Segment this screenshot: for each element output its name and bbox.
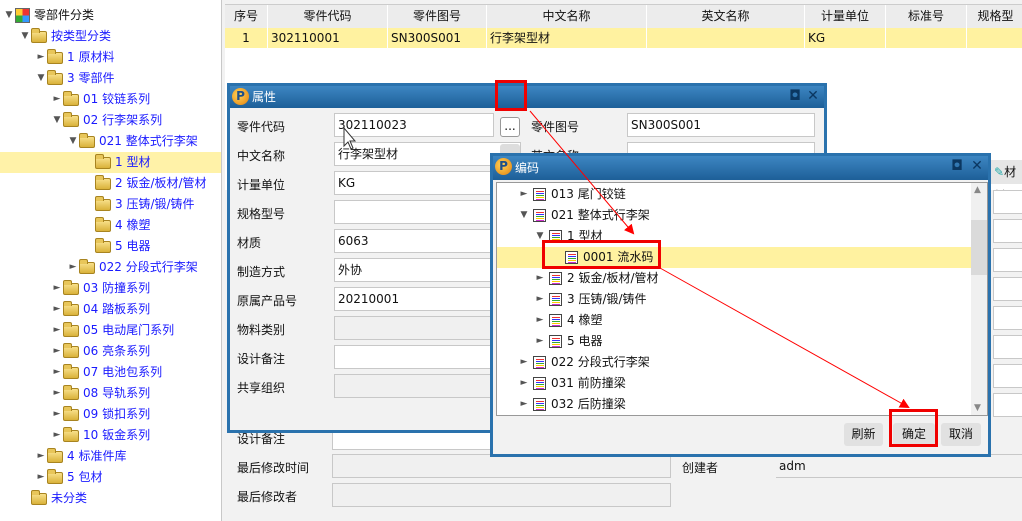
mouse-cursor-icon xyxy=(343,126,357,150)
arrow-to-ok-button xyxy=(659,267,910,408)
arrow-to-type-node xyxy=(529,110,635,235)
annotation-arrows xyxy=(343,110,910,408)
